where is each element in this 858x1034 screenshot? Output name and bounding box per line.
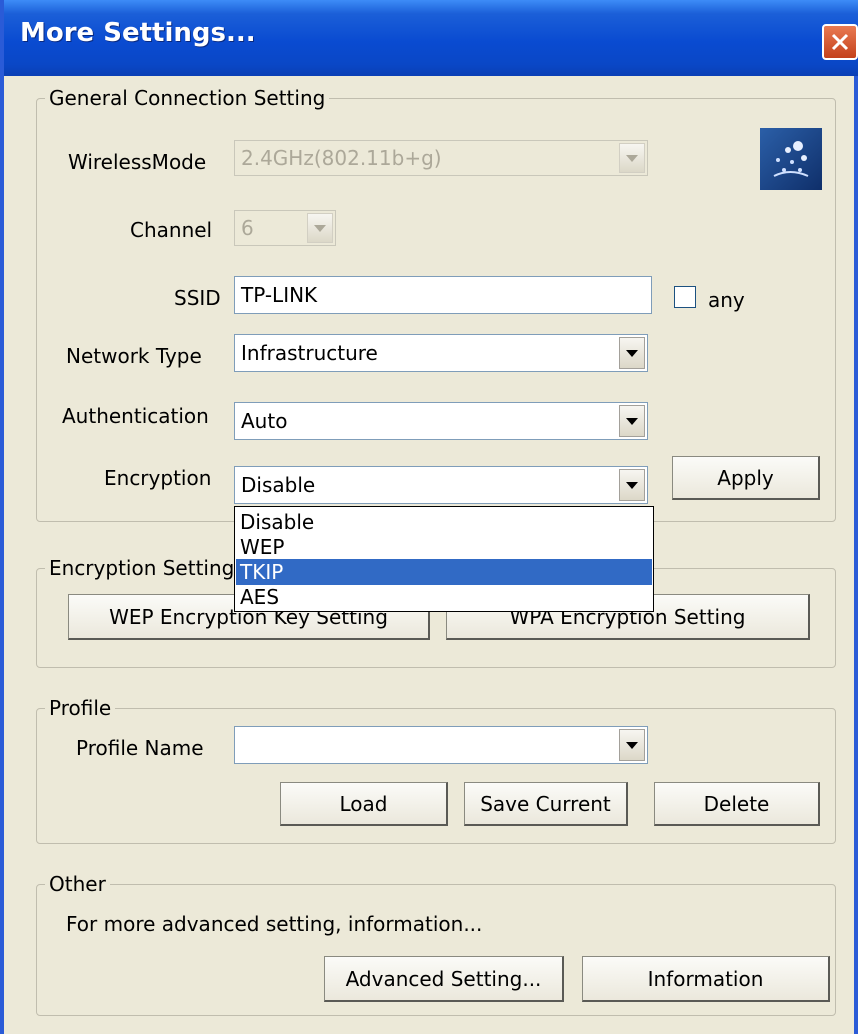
encryption-value: Disable [241,473,316,497]
encryption-select[interactable]: Disable [234,466,648,504]
other-legend: Other [49,872,106,896]
authentication-value: Auto [241,409,288,433]
wireless-mode-select[interactable]: 2.4GHz(802.11b+g) [234,140,648,176]
chevron-down-icon [626,418,638,425]
channel-dropdown-button[interactable] [307,213,333,243]
network-type-select[interactable]: Infrastructure [234,334,648,372]
chevron-down-icon [626,350,638,357]
load-label: Load [339,791,388,816]
wireless-mode-value: 2.4GHz(802.11b+g) [241,146,442,170]
general-connection-legend: General Connection Setting [49,86,326,110]
any-label: any [708,288,745,312]
delete-label: Delete [703,791,770,816]
load-button[interactable]: Load [280,782,448,826]
encryption-setting-legend: Encryption Setting [49,556,235,580]
save-current-label: Save Current [480,791,611,816]
close-button[interactable] [822,24,858,60]
network-type-label: Network Type [66,344,202,368]
profile-legend: Profile [49,696,112,720]
channel-select[interactable]: 6 [234,210,336,246]
wireless-logo-icon [760,128,822,190]
any-checkbox[interactable] [674,286,696,308]
information-label: Information [647,966,764,991]
encryption-dropdown-list: Disable WEP TKIP AES [234,506,654,612]
advanced-setting-button[interactable]: Advanced Setting... [324,956,564,1002]
chevron-down-icon [314,225,326,232]
information-button[interactable]: Information [582,956,830,1002]
chevron-down-icon [626,155,638,162]
advanced-setting-label: Advanced Setting... [345,966,542,991]
more-settings-window: More Settings... General Connection Sett… [0,0,858,1034]
delete-button[interactable]: Delete [654,782,820,826]
authentication-label: Authentication [62,404,209,428]
profile-name-dropdown-button[interactable] [619,729,645,761]
ssid-input[interactable]: TP-LINK [234,276,652,314]
profile-name-label: Profile Name [76,736,204,760]
ssid-value: TP-LINK [241,283,318,307]
encryption-option-tkip[interactable]: TKIP [236,559,652,585]
chevron-down-icon [626,482,638,489]
channel-label: Channel [130,218,213,242]
channel-value: 6 [241,216,254,240]
encryption-option-disable[interactable]: Disable [236,509,652,535]
other-description: For more advanced setting, information..… [66,912,483,936]
window-title: More Settings... [20,18,256,48]
wireless-mode-dropdown-button[interactable] [619,143,645,173]
close-icon [831,33,849,51]
apply-label: Apply [717,465,774,490]
chevron-down-icon [626,742,638,749]
wireless-mode-label: WirelessMode [68,150,207,174]
apply-button[interactable]: Apply [672,456,820,500]
encryption-option-aes[interactable]: AES [236,584,652,610]
encryption-dropdown-button[interactable] [619,469,645,501]
save-current-button[interactable]: Save Current [464,782,628,826]
authentication-dropdown-button[interactable] [619,405,645,437]
encryption-option-wep[interactable]: WEP [236,534,652,560]
authentication-select[interactable]: Auto [234,402,648,440]
title-bar[interactable]: More Settings... [4,0,858,76]
network-type-dropdown-button[interactable] [619,337,645,369]
profile-name-select[interactable] [234,726,648,764]
network-type-value: Infrastructure [241,341,378,365]
ssid-label: SSID [174,286,221,310]
encryption-label: Encryption [104,466,212,490]
